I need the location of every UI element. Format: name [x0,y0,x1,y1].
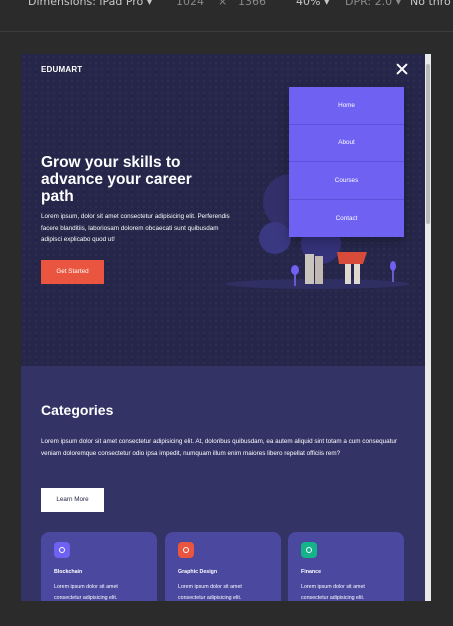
zoom-select[interactable]: 40% ▾ [296,0,329,9]
hero-description: Lorem ipsum, dolor sit amet consectetur … [41,213,230,243]
menu-item-courses[interactable]: Courses [289,162,404,200]
card-description: Lorem ipsum dolor sit amet consectetur a… [301,584,365,601]
hero-title: Grow your skills to advance your career … [41,154,192,205]
blockchain-icon [54,542,70,558]
times-sign: × [218,0,228,8]
card-title: Finance [301,569,322,575]
dpr-select[interactable]: DPR: 2.0 ▾ [345,0,401,9]
category-card-blockchain[interactable]: Blockchain Lorem ipsum dolor sit amet co… [41,532,157,601]
page-scrollbar[interactable] [425,54,431,601]
height-input[interactable]: 1366 [238,0,266,9]
get-started-button[interactable]: Get Started [41,260,104,284]
menu-item-about[interactable]: About [289,125,404,162]
card-title: Graphic Design [178,569,218,575]
hero-section: EDUMART Grow your skills to advance your… [21,54,425,366]
close-icon[interactable] [395,62,409,76]
learn-more-button[interactable]: Learn More [41,488,104,512]
card-title: Blockchain [54,569,83,575]
scrollbar-thumb[interactable] [426,64,430,224]
category-card-graphic-design[interactable]: Graphic Design Lorem ipsum dolor sit ame… [165,532,281,601]
devtools-toolbar: Dimensions: iPad Pro ▾ 1024 × 1366 40% ▾… [0,0,453,10]
categories-section: Categories Lorem ipsum dolor sit amet co… [21,366,425,601]
page-viewport: EDUMART Grow your skills to advance your… [21,54,431,601]
category-card-finance[interactable]: Finance Lorem ipsum dolor sit amet conse… [288,532,404,601]
card-description: Lorem ipsum dolor sit amet consectetur a… [178,584,242,601]
throttle-select[interactable]: No thro [410,0,451,9]
devtools-ruler [0,10,453,32]
menu-item-home[interactable]: Home [289,87,404,125]
card-description: Lorem ipsum dolor sit amet consectetur a… [54,584,118,601]
logo[interactable]: EDUMART [41,65,82,74]
device-dimensions-select[interactable]: Dimensions: iPad Pro ▾ [28,0,152,9]
finance-icon [301,542,317,558]
width-input[interactable]: 1024 [176,0,204,9]
design-icon [178,542,194,558]
nav-dropdown-menu: Home About Courses Contact [289,87,404,237]
menu-item-contact[interactable]: Contact [289,200,404,238]
categories-description: Lorem ipsum dolor sit amet consectetur a… [41,438,397,457]
categories-title: Categories [41,402,114,418]
